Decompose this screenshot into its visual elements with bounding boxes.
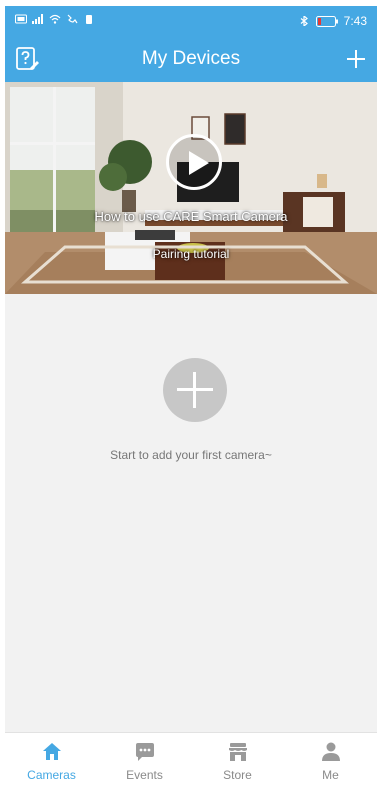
battery-icon xyxy=(315,15,338,27)
home-icon xyxy=(42,743,61,760)
nav-item-me[interactable]: Me xyxy=(284,733,377,788)
battery-small-icon xyxy=(86,15,92,24)
play-icon xyxy=(189,151,209,175)
status-left-icons xyxy=(15,14,95,24)
banner-subtitle[interactable]: Pairing tutorial xyxy=(5,247,377,261)
app-screen: 7:43 My Devices How to use CARE Smart Ca… xyxy=(5,6,377,788)
plus-icon-vertical xyxy=(193,372,196,408)
bottom-nav: Cameras Events Store Me xyxy=(5,732,377,788)
nav-item-store[interactable]: Store xyxy=(191,733,284,788)
store-icon xyxy=(228,743,247,761)
nav-label-events: Events xyxy=(126,768,163,782)
status-time: 7:43 xyxy=(343,14,367,28)
call-icon xyxy=(67,14,78,24)
app-header: My Devices xyxy=(5,36,377,82)
nav-item-events[interactable]: Events xyxy=(98,733,191,788)
person-icon xyxy=(321,742,340,761)
tutorial-banner[interactable]: How to use CARE Smart Camera Pairing tut… xyxy=(5,82,377,294)
status-right: 7:43 xyxy=(298,14,367,28)
banner-title: How to use CARE Smart Camera xyxy=(94,209,288,224)
hd-icon xyxy=(15,14,27,24)
page-title: My Devices xyxy=(141,48,241,69)
plus-icon xyxy=(347,50,365,68)
status-bar: 7:43 xyxy=(5,6,377,36)
wifi-icon xyxy=(49,14,61,24)
nav-label-store: Store xyxy=(223,768,252,782)
signal-icon xyxy=(32,14,43,24)
message-icon xyxy=(135,743,154,761)
bluetooth-icon xyxy=(300,16,308,26)
empty-state-message: Start to add your first camera~ xyxy=(110,448,272,462)
add-device-button[interactable] xyxy=(343,46,369,72)
nav-label-cameras: Cameras xyxy=(27,768,76,782)
nav-label-me: Me xyxy=(322,768,339,782)
empty-state: Start to add your first camera~ xyxy=(5,294,377,732)
add-camera-button[interactable] xyxy=(163,358,227,422)
nav-item-cameras[interactable]: Cameras xyxy=(5,733,98,788)
play-button[interactable] xyxy=(166,134,222,190)
